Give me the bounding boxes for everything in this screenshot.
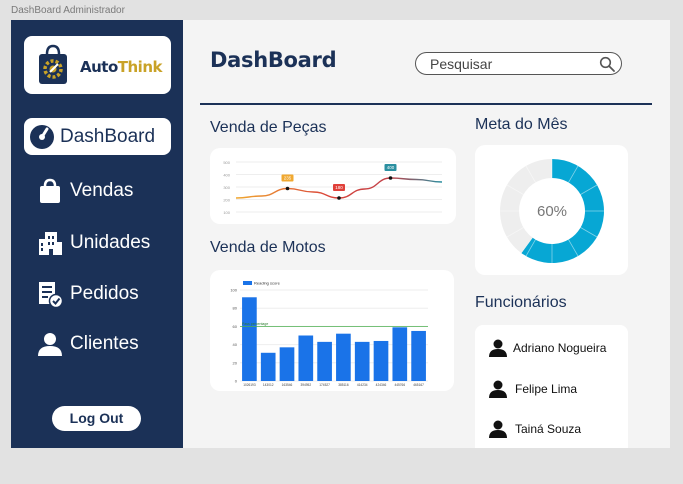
sidebar-item-label: Pedidos — [70, 282, 139, 304]
bar — [392, 327, 408, 381]
x-tick-label: 424346 — [376, 383, 387, 387]
x-tick-label: 1026193 — [243, 383, 256, 387]
center-label: 60% — [537, 203, 567, 220]
y-tick-label: 80 — [233, 306, 238, 311]
y-tick-label: 100 — [223, 210, 230, 215]
x-tick-label: 394952 — [300, 383, 311, 387]
pecas-line-chart: 500 400 300 200 100 235 180 400 — [223, 160, 443, 215]
order-check-icon — [36, 280, 64, 308]
dashboard-gauge-icon — [28, 123, 56, 151]
bar — [298, 335, 314, 381]
list-item[interactable]: Tainá Souza — [489, 420, 581, 438]
x-tick-label: 414234 — [357, 383, 368, 387]
user-icon — [489, 339, 507, 357]
search-icon[interactable] — [599, 56, 615, 72]
annotation-label: 235 — [284, 176, 292, 181]
y-tick-label: 200 — [223, 198, 230, 203]
meta-section-title: Meta do Mês — [475, 116, 568, 133]
bar — [242, 297, 257, 381]
x-tick-label: 143012 — [263, 383, 274, 387]
y-tick-label: 0 — [235, 379, 238, 384]
sidebar-item-vendas[interactable]: Vendas — [24, 172, 171, 209]
sidebar-item-label: Unidades — [70, 231, 151, 253]
data-point — [337, 196, 341, 200]
bar — [354, 341, 370, 381]
search-input[interactable] — [430, 55, 590, 72]
list-item[interactable]: Adriano Nogueira — [489, 339, 606, 357]
sidebar-item-unidades[interactable]: Unidades — [24, 224, 171, 261]
building-icon — [36, 229, 64, 257]
annotation-label: 400 — [387, 165, 395, 170]
reference-label: Pass percentage — [242, 322, 268, 326]
window-title: DashBoard Administrador — [11, 5, 125, 16]
bar — [411, 330, 426, 381]
pecas-section-title: Venda de Peças — [210, 119, 327, 136]
header-divider — [200, 103, 652, 105]
user-icon — [36, 330, 64, 358]
logout-button[interactable]: Log Out — [52, 406, 141, 431]
meta-donut-chart: 60% — [500, 159, 604, 263]
employees-card: Adriano Nogueira Felipe Lima Tainá Souza — [475, 325, 628, 448]
user-icon — [489, 380, 507, 398]
y-tick-label: 20 — [233, 360, 238, 365]
y-tick-label: 40 — [233, 342, 238, 347]
sidebar-item-dashboard[interactable]: DashBoard — [24, 118, 171, 155]
bar — [373, 340, 389, 381]
app-frame: AutoThink DashBoard Vendas Unidades Pedi — [11, 20, 670, 448]
employee-name: Tainá Souza — [515, 422, 582, 436]
x-tick-label: 163546 — [282, 383, 293, 387]
x-tick-label: 445766 — [394, 383, 405, 387]
funcionarios-section-title: Funcionários — [475, 294, 567, 311]
shopping-bag-icon — [36, 177, 64, 205]
bar — [317, 341, 332, 381]
search-box — [415, 52, 622, 75]
motos-bar-chart: 100 80 60 40 20 0 Reading score 1026193 143012 16… — [230, 281, 428, 387]
page-title: DashBoard — [210, 48, 337, 72]
y-tick-label: 400 — [223, 173, 230, 178]
employee-name: Adriano Nogueira — [513, 341, 607, 355]
x-tick-label: 465167 — [413, 383, 424, 387]
data-point — [388, 176, 393, 180]
bar — [260, 352, 276, 381]
pecas-chart-card: 500 400 300 200 100 235 180 400 — [210, 148, 456, 224]
legend-label: Reading score — [254, 281, 281, 286]
annotation-label: 180 — [335, 185, 343, 190]
bar — [279, 347, 295, 381]
employee-name: Felipe Lima — [515, 382, 578, 396]
brand-logo[interactable]: AutoThink — [24, 36, 171, 94]
shopping-bag-gear-icon — [39, 44, 67, 84]
bar — [336, 333, 351, 381]
x-tick-label: 174527 — [319, 383, 330, 387]
sidebar-item-label: Vendas — [70, 179, 134, 201]
list-item[interactable]: Felipe Lima — [489, 380, 577, 398]
brand-name: AutoThink — [80, 58, 162, 76]
motos-chart-card: 100 80 60 40 20 0 Reading score 1026193 143012 16… — [210, 270, 454, 391]
sidebar-item-pedidos[interactable]: Pedidos — [24, 275, 171, 312]
user-icon — [489, 420, 507, 438]
x-tick-label: 385116 — [338, 383, 349, 387]
meta-chart-card: 60% — [475, 145, 628, 275]
y-tick-label: 500 — [223, 160, 230, 165]
legend-swatch — [243, 281, 252, 285]
data-point — [285, 186, 290, 191]
sidebar-item-clientes[interactable]: Clientes — [24, 325, 171, 362]
y-tick-label: 60 — [233, 324, 238, 329]
sidebar-item-label: Clientes — [70, 332, 139, 354]
sidebar-item-label: DashBoard — [60, 125, 156, 147]
motos-section-title: Venda de Motos — [210, 239, 326, 256]
sidebar: AutoThink DashBoard Vendas Unidades Pedi — [11, 20, 183, 448]
y-tick-label: 100 — [230, 288, 237, 293]
y-tick-label: 300 — [223, 185, 230, 190]
